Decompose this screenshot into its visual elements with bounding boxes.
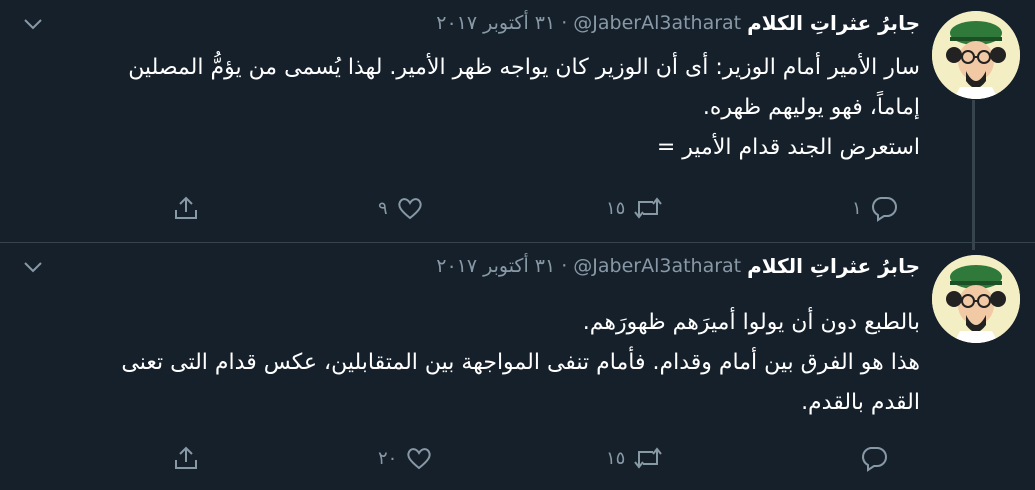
like-count: ٢٠ [378,447,398,469]
like-count: ٩ [378,197,388,219]
thread-line [972,100,975,250]
display-name[interactable]: جابرُ عثراتِ الكلام [747,11,920,35]
tweet-text: بالطبع دون أن يولوا أميرَهم ظهورَهم. هذا… [20,303,920,423]
heart-icon [407,448,432,470]
share-button[interactable] [172,440,200,476]
reply-button[interactable]: ١ [852,190,898,226]
tweet-text-line: سار الأمير أمام الوزير: أى أن الوزير كان… [128,55,920,80]
tweet-text-line: بالطبع دون أن يولوا أميرَهم ظهورَهم. [582,310,920,335]
cartoon-avatar [932,11,1020,99]
reply-count: ١ [852,197,862,219]
display-name[interactable]: جابرُ عثراتِ الكلام [747,254,920,278]
share-icon [175,196,197,219]
reply-icon [871,197,897,222]
handle[interactable]: @JaberAl3atharat [573,12,741,34]
tweet-actions: ١ ١٥ ٩ [0,190,1035,226]
retweet-count: ١٥ [606,197,626,219]
timestamp[interactable]: ٣١ أكتوبر ٢٠١٧ [436,12,555,34]
tweet-text: سار الأمير أمام الوزير: أى أن الوزير كان… [20,48,920,168]
handle[interactable]: @JaberAl3atharat [573,255,741,277]
tweet[interactable]: جابرُ عثراتِ الكلام @JaberAl3atharat · ٣… [0,243,1035,490]
share-button[interactable] [172,190,200,226]
retweet-button[interactable]: ١٥ [606,440,663,476]
separator: · [561,255,568,277]
retweet-button[interactable]: ١٥ [606,190,663,226]
like-button[interactable]: ٢٠ [378,440,433,476]
chevron-down-icon[interactable] [22,259,44,275]
tweet-header: جابرُ عثراتِ الكلام @JaberAl3atharat · ٣… [436,251,920,281]
reply-button[interactable] [852,440,888,476]
retweet-count: ١٥ [606,447,626,469]
tweet-header: جابرُ عثراتِ الكلام @JaberAl3atharat · ٣… [436,8,920,38]
heart-icon [397,198,422,220]
like-button[interactable]: ٩ [378,190,424,226]
tweet-text-line: استعرض الجند قدام الأمير = [656,135,920,160]
retweet-icon [634,447,663,469]
chevron-down-icon[interactable] [22,16,44,32]
tweet-text-line: هذا هو الفرق بين أمام وقدام. فأمام تنفى … [121,350,920,375]
tweet-actions: ١٥ ٢٠ [0,440,1035,476]
timestamp[interactable]: ٣١ أكتوبر ٢٠١٧ [436,255,555,277]
separator: · [561,12,568,34]
cartoon-avatar [932,255,1020,343]
retweet-icon [634,197,663,219]
share-icon [175,446,197,469]
tweet-text-line: القدم بالقدم. [801,390,920,415]
reply-icon [862,447,887,472]
avatar[interactable] [932,255,1020,343]
tweet[interactable]: جابرُ عثراتِ الكلام @JaberAl3atharat · ٣… [0,0,1035,250]
tweet-text-line: إماماً، فهو يوليهم ظهره. [702,95,920,120]
avatar[interactable] [932,11,1020,99]
